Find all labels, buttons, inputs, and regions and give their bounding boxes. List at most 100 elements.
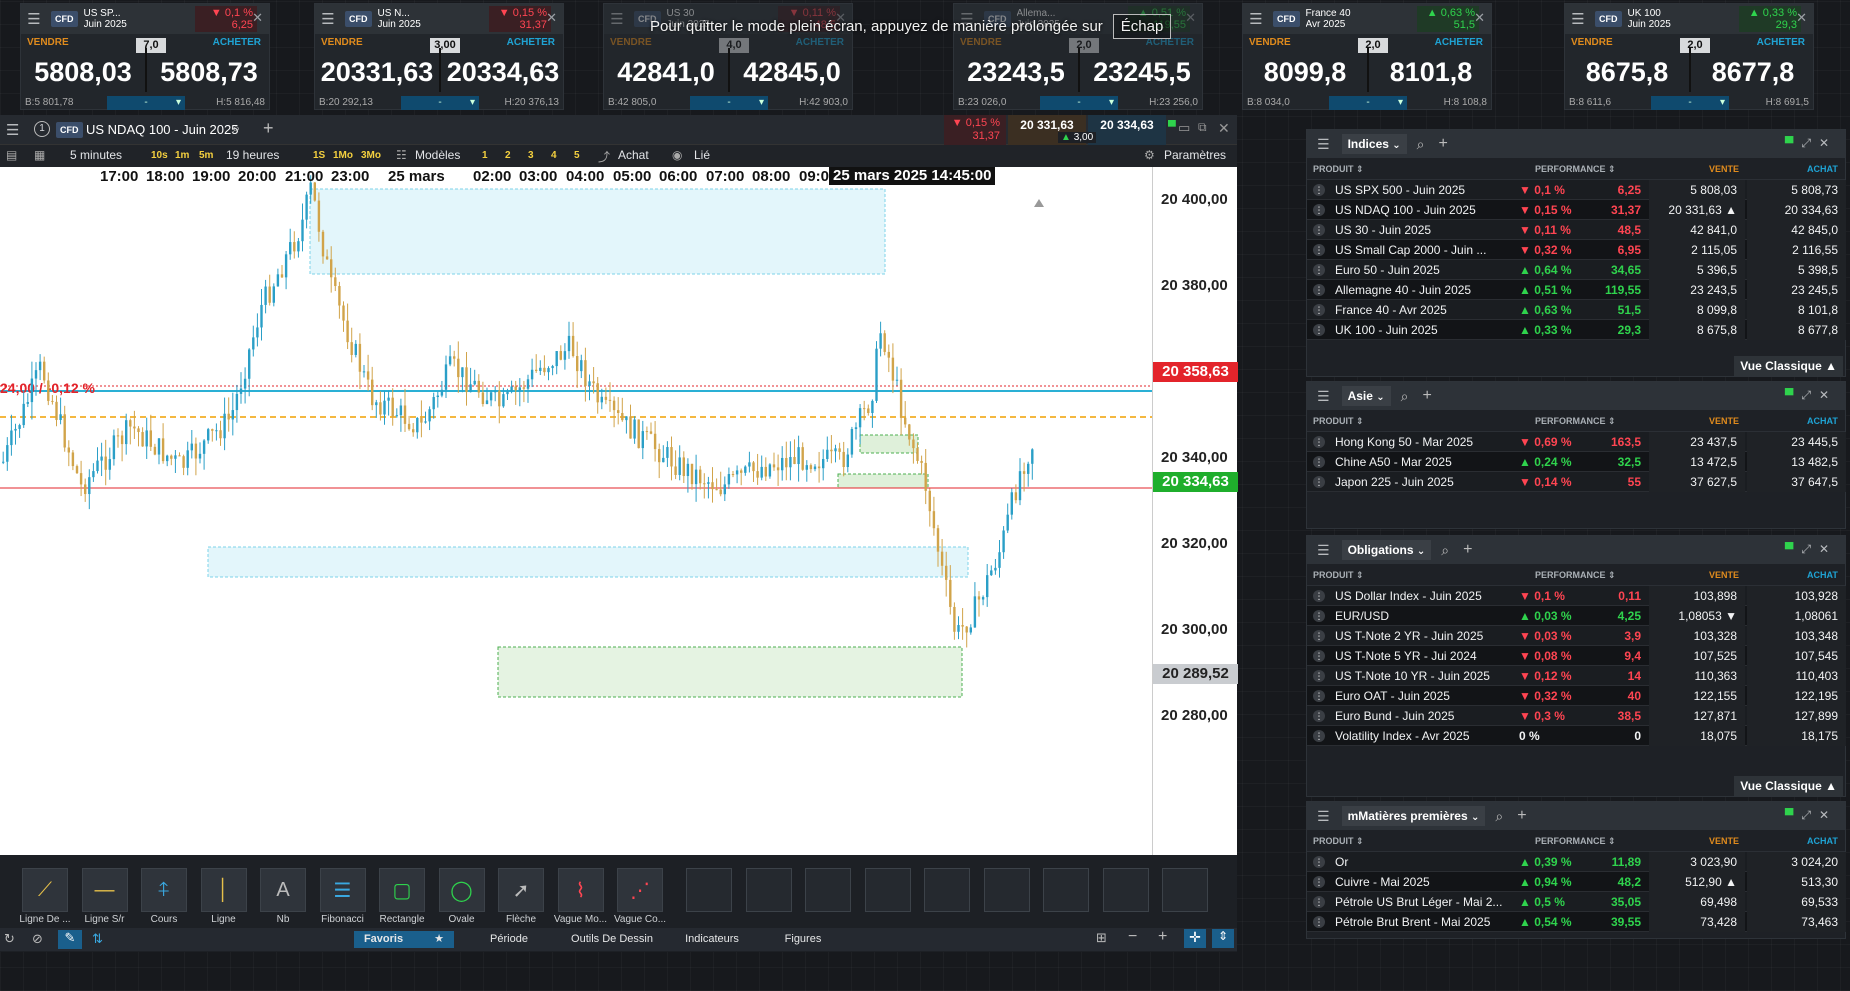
product-sell-price[interactable]: 69,498 [1649, 892, 1745, 912]
draw-tool-button[interactable]: ☰ [319, 868, 366, 912]
table-row[interactable]: ⋮ Hong Kong 50 - Mar 2025 ▼ 0,69 % 163,5 23 … [1307, 432, 1846, 452]
range-1mo-button[interactable]: 1Mo [330, 149, 356, 163]
popout-icon[interactable]: ⧉ [1198, 120, 1207, 135]
info-icon[interactable]: ⋮ [1313, 610, 1325, 622]
zoom-in-icon[interactable]: + [1158, 928, 1167, 946]
empty-tool-slot[interactable] [864, 868, 911, 912]
info-icon[interactable]: ⋮ [1313, 304, 1325, 316]
product-sell-price[interactable]: 3 023,90 [1649, 852, 1745, 872]
classic-view-button[interactable]: Vue Classique ▲ [1734, 776, 1843, 796]
ticker-name[interactable]: UK 100 Juin 2025 [1628, 8, 1704, 30]
info-icon[interactable]: ⋮ [1313, 204, 1325, 216]
product-sell-price[interactable]: 127,871 [1649, 706, 1745, 726]
draw-tool-button[interactable]: ➚ [498, 868, 544, 912]
maximize-icon[interactable]: ⤢ [1801, 136, 1819, 150]
info-icon[interactable]: ⋮ [1313, 710, 1325, 722]
tab-indicators[interactable]: Indicateurs [664, 931, 760, 948]
info-icon[interactable]: ⋮ [1313, 284, 1325, 296]
table-row[interactable]: ⋮ US SPX 500 - Juin 2025 ▼ 0,1 % 6,25 5 808,… [1307, 180, 1846, 200]
close-icon[interactable]: ✕ [1819, 388, 1837, 402]
col-sell[interactable]: VENTE [1709, 570, 1739, 580]
product-sell-price[interactable]: 42 841,0 [1649, 220, 1745, 240]
info-icon[interactable]: ⋮ [1313, 456, 1325, 468]
info-icon[interactable]: ⋮ [1313, 224, 1325, 236]
product-sell-price[interactable]: 5 396,5 [1649, 260, 1745, 280]
tf-5m-button[interactable]: 5m [196, 149, 216, 163]
table-row[interactable]: ⋮ Euro 50 - Juin 2025 ▲ 0,64 % 34,65 5 396,5… [1307, 260, 1846, 280]
product-sell-price[interactable]: 23 243,5 [1649, 280, 1745, 300]
info-icon[interactable]: ⋮ [1313, 244, 1325, 256]
table-row[interactable]: ⋮ US T-Note 2 YR - Juin 2025 ▼ 0,03 % 3,9 10… [1307, 626, 1846, 646]
price-axis[interactable]: 20 400,00 20 380,00 20 340,00 20 320,00 20 3… [1152, 167, 1238, 855]
info-icon[interactable]: ⋮ [1313, 184, 1325, 196]
ticker-buy-button[interactable]: 5808,73 [147, 54, 271, 90]
linked-color-icon[interactable]: ▀ [1785, 808, 1802, 822]
col-performance[interactable]: PERFORMANCE ⇕ [1535, 836, 1616, 847]
table-row[interactable]: ⋮ US T-Note 10 YR - Juin 2025 ▼ 0,12 % 14 11… [1307, 666, 1846, 686]
chart-buy-button[interactable]: 20 334,63 [1088, 115, 1166, 145]
draw-tool-button[interactable]: ⟋ [22, 868, 68, 912]
close-icon[interactable]: ✕ [1185, 10, 1196, 26]
layout-4-button[interactable]: 4 [548, 149, 560, 163]
menu-icon[interactable]: ☰ [1317, 136, 1330, 153]
table-row[interactable]: ⋮ EUR/USD ▲ 0,03 % 4,25 1,08053 ▼ 1,08061 [1307, 606, 1846, 626]
add-tab-icon[interactable]: + [263, 118, 274, 139]
product-buy-price[interactable]: 3 024,20 [1747, 852, 1846, 872]
col-performance[interactable]: PERFORMANCE ⇕ [1535, 416, 1616, 427]
menu-icon[interactable]: ☰ [21, 4, 47, 34]
close-icon[interactable]: ✕ [546, 10, 557, 26]
stack-icon[interactable]: ⊞ [1096, 930, 1107, 946]
zoom-icon[interactable]: ⌕ [1441, 542, 1449, 559]
escape-key-hint[interactable]: Échap [1112, 13, 1172, 39]
empty-tool-slot[interactable] [983, 868, 1030, 912]
empty-tool-slot[interactable] [686, 868, 732, 912]
empty-tool-slot[interactable] [1102, 868, 1149, 912]
candlestick-chart[interactable]: 24,00 / -0,12 % [0, 167, 1152, 855]
tab-period[interactable]: Période [464, 931, 554, 948]
product-buy-price[interactable]: 42 845,0 [1747, 220, 1846, 240]
price-chart-area[interactable]: 24,00 / -0,12 % [0, 167, 1152, 855]
ticker-sell-button[interactable]: 42841,0 [604, 54, 728, 90]
table-row[interactable]: ⋮ Chine A50 - Mar 2025 ▲ 0,24 % 32,5 13 472,… [1307, 452, 1846, 472]
product-buy-price[interactable]: 122,195 [1747, 686, 1846, 706]
pencil-icon[interactable]: ✎ [58, 930, 82, 949]
ticker-sell-button[interactable]: 20331,63 [315, 54, 439, 90]
close-icon[interactable]: ✕ [1819, 542, 1837, 556]
product-sell-price[interactable]: 20 331,63 ▲ [1649, 200, 1745, 220]
layout-1-button[interactable]: 1 [479, 149, 491, 163]
product-sell-price[interactable]: 73,428 [1649, 912, 1745, 932]
classic-view-button[interactable]: Vue Classique ▲ [1734, 356, 1843, 376]
layout-5-button[interactable]: 5 [571, 149, 583, 163]
info-icon[interactable]: ⋮ [1313, 670, 1325, 682]
product-buy-price[interactable]: 20 334,63 [1747, 200, 1846, 220]
menu-icon[interactable]: ☰ [1317, 808, 1330, 825]
product-buy-price[interactable]: 23 445,5 [1747, 432, 1846, 452]
table-row[interactable]: ⋮ France 40 - Avr 2025 ▲ 0,63 % 51,5 8 099,8… [1307, 300, 1846, 320]
empty-tool-slot[interactable] [745, 868, 792, 912]
templates-button[interactable]: Modèles [415, 148, 460, 162]
close-icon[interactable]: ✕ [1218, 120, 1230, 137]
add-icon[interactable]: + [1439, 135, 1448, 153]
ticker-name[interactable]: US SP... Juin 2025 [84, 8, 160, 30]
table-row[interactable]: ⋮ US 30 - Juin 2025 ▼ 0,11 % 48,5 42 841,0 42… [1307, 220, 1846, 240]
draw-tool-button[interactable]: ▢ [379, 868, 425, 912]
product-buy-price[interactable]: 103,928 [1747, 586, 1846, 606]
product-buy-price[interactable]: 103,348 [1747, 626, 1846, 646]
product-sell-price[interactable]: 2 115,05 [1649, 240, 1745, 260]
product-buy-price[interactable]: 37 647,5 [1747, 472, 1846, 492]
table-row[interactable]: ⋮ Allemagne 40 - Juin 2025 ▲ 0,51 % 119,55 2… [1307, 280, 1846, 300]
linked-button[interactable]: Lié [694, 148, 710, 162]
linked-color-icon[interactable]: ▀ [1785, 136, 1802, 150]
empty-tool-slot[interactable] [1162, 868, 1208, 912]
add-icon[interactable]: + [1463, 541, 1472, 559]
close-icon[interactable]: ✕ [1796, 10, 1807, 26]
zoom-icon[interactable]: ⌕ [1495, 808, 1503, 825]
table-row[interactable]: ⋮ US Dollar Index - Juin 2025 ▼ 0,1 % 0,11 1… [1307, 586, 1846, 606]
ticker-buy-button[interactable]: 8677,8 [1691, 54, 1815, 90]
ticker-sell-button[interactable]: 8099,8 [1243, 54, 1367, 90]
watchlist-title[interactable]: Indices ⌄ [1341, 134, 1407, 154]
product-buy-price[interactable]: 127,899 [1747, 706, 1846, 726]
ticker-quantity-select[interactable]: - ▾ [107, 96, 185, 110]
zoom-icon[interactable]: ⌕ [1417, 136, 1425, 153]
info-icon[interactable]: ⋮ [1313, 876, 1325, 888]
